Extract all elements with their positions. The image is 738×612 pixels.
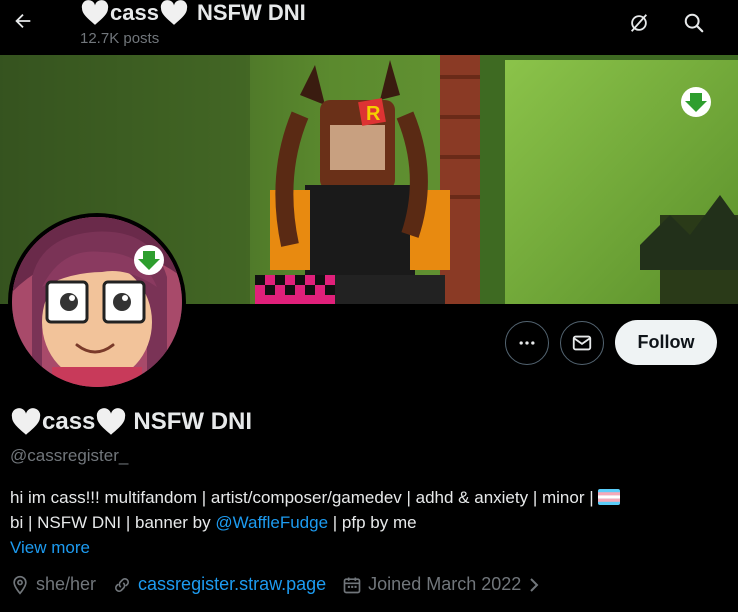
website-item: cassregister.straw.page bbox=[112, 574, 326, 595]
header-name-suffix: NSFW DNI bbox=[196, 0, 306, 25]
grok-icon bbox=[630, 14, 648, 32]
svg-text:R: R bbox=[366, 103, 381, 125]
post-count: 12.7K posts bbox=[80, 30, 160, 47]
profile-meta: she/her cassregister.straw.page Joined M… bbox=[10, 574, 557, 595]
header-titles: cass NSFW DNI 12.7K posts bbox=[80, 0, 306, 47]
white-heart-icon bbox=[160, 0, 188, 25]
profile-handle: @cassregister_ bbox=[10, 446, 129, 465]
profile-display-name: cass bbox=[42, 408, 96, 435]
search-icon bbox=[684, 13, 704, 33]
header-title: cass NSFW DNI bbox=[80, 0, 306, 26]
view-more-link[interactable]: View more bbox=[10, 538, 90, 558]
envelope-icon bbox=[572, 335, 592, 351]
bio-mention-link[interactable]: @WaffleFudge bbox=[215, 513, 328, 532]
message-button[interactable] bbox=[560, 321, 604, 365]
transgender-flag-icon bbox=[598, 489, 621, 505]
link-icon bbox=[115, 577, 129, 592]
chevron-right-icon bbox=[530, 577, 539, 592]
profile-name: cass NSFW DNI bbox=[10, 408, 252, 436]
profile-bio: hi im cass!!! multifandom | artist/compo… bbox=[10, 485, 725, 535]
bio-line-1-text: hi im cass!!! multifandom | artist/compo… bbox=[10, 488, 599, 507]
joined-item[interactable]: Joined March 2022 bbox=[342, 574, 541, 595]
grok-button[interactable] bbox=[622, 6, 656, 40]
profile-header-bar: cass NSFW DNI 12.7K posts bbox=[0, 0, 738, 55]
location-pin-icon bbox=[13, 575, 27, 595]
white-heart-icon bbox=[11, 408, 41, 435]
joined-text: Joined March 2022 bbox=[368, 574, 522, 594]
search-button[interactable] bbox=[677, 6, 711, 40]
pronouns-item: she/her bbox=[10, 574, 96, 595]
profile-name-suffix: NSFW DNI bbox=[133, 408, 253, 435]
calendar-icon bbox=[343, 577, 361, 593]
more-options-button[interactable] bbox=[505, 321, 549, 365]
follow-button[interactable]: Follow bbox=[615, 320, 717, 365]
more-dots-icon bbox=[519, 341, 535, 345]
pronouns-text: she/her bbox=[36, 574, 97, 594]
website-link[interactable]: cassregister.straw.page bbox=[138, 574, 326, 595]
bio-line-2: bi | NSFW DNI | banner by @WaffleFudge |… bbox=[10, 510, 725, 535]
bio-line-2-suffix: | pfp by me bbox=[328, 513, 417, 532]
arrow-left-icon bbox=[15, 13, 31, 29]
profile-avatar[interactable] bbox=[8, 213, 186, 391]
bio-line-1: hi im cass!!! multifandom | artist/compo… bbox=[10, 485, 725, 510]
bio-line-2-prefix: bi | NSFW DNI | banner by bbox=[10, 513, 216, 532]
back-button[interactable] bbox=[6, 4, 40, 38]
white-heart-icon bbox=[81, 0, 109, 25]
header-display-name: cass bbox=[110, 0, 159, 25]
white-heart-icon bbox=[97, 408, 126, 435]
